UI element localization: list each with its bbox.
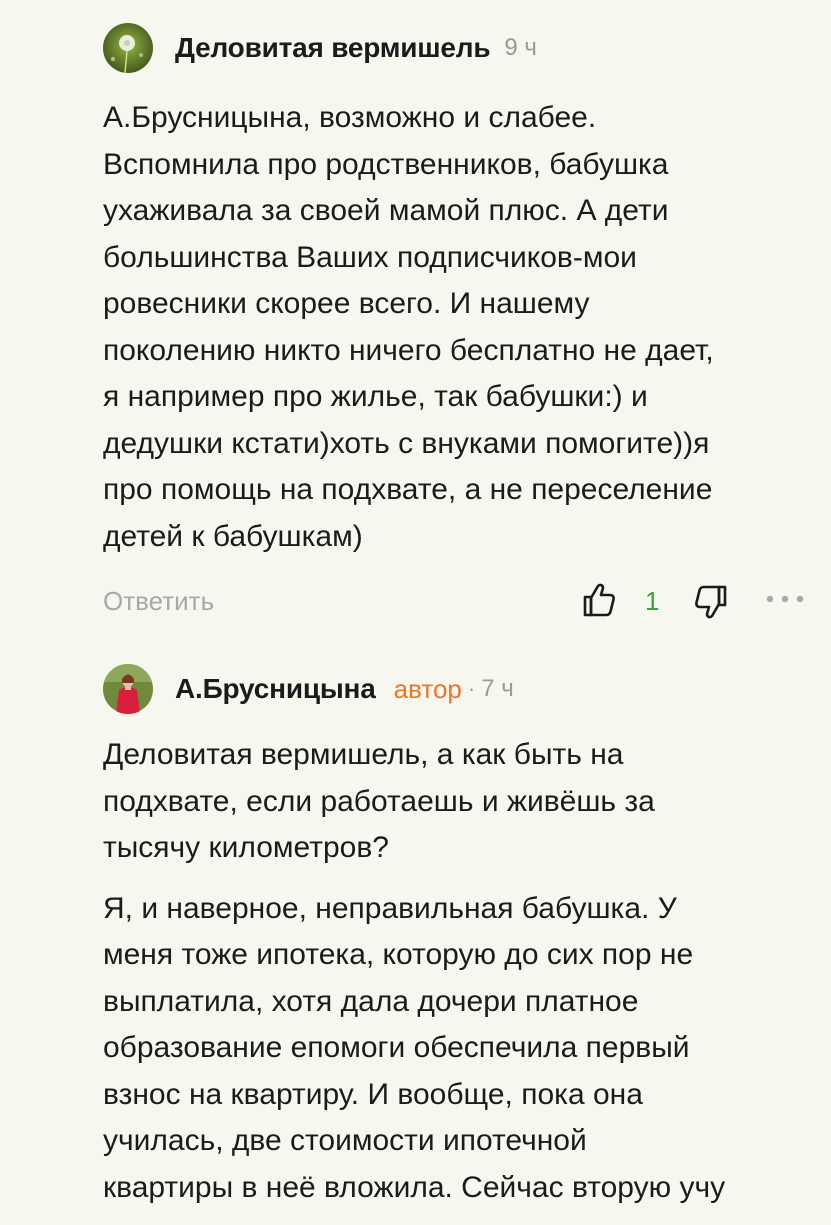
comment-author[interactable]: Деловитая вермишель bbox=[175, 32, 491, 64]
text-line: дедушки кстати)хоть с внуками помогите))… bbox=[103, 426, 710, 460]
thumbs-down-icon[interactable] bbox=[689, 582, 729, 622]
text-line: квартиры в неё вложила. Сейчас вторую уч… bbox=[103, 1170, 726, 1204]
like-count: 1 bbox=[645, 586, 660, 616]
text-line: подхвате, если работаешь и живёшь за bbox=[103, 784, 655, 818]
text-line: А.Брусницына, возможно и слабее. bbox=[103, 101, 597, 134]
text-line: Я, и наверное, неправильная бабушка. У bbox=[103, 891, 677, 925]
text-line: про помощь на подхвате, а не переселение bbox=[103, 473, 713, 506]
comment-time: 7 ч bbox=[481, 675, 514, 702]
comment-text: Деловитая вермишель, а как быть на подхв… bbox=[103, 732, 823, 1225]
text-line: училась, две стоимости ипотечной bbox=[103, 1124, 587, 1157]
text-line: ровесники скорее всего. И нашему bbox=[103, 287, 590, 320]
text-line: Вспомнила про родственников, бабушка bbox=[103, 147, 669, 181]
comment-header: Деловитая вермишель 9 ч bbox=[103, 20, 537, 76]
text-line: большинства Ваших подписчиков-мои bbox=[103, 240, 637, 274]
text-line: взнос на квартиру. И вообще, пока она bbox=[103, 1077, 643, 1111]
reply-button[interactable]: Ответить bbox=[103, 586, 214, 617]
comment-time: 9 ч bbox=[504, 34, 537, 61]
avatar[interactable] bbox=[103, 23, 153, 73]
comment-actions: Ответить 1 bbox=[103, 578, 831, 626]
comment-paragraph: Я, и наверное, неправильная бабушка. У м… bbox=[103, 886, 823, 1212]
author-badge: автор bbox=[393, 673, 462, 704]
woman-photo-avatar-icon bbox=[103, 664, 153, 714]
comment-paragraph: Деловитая вермишель, а как быть на подхв… bbox=[103, 732, 823, 872]
comment-paragraph: А.Брусницына, возможно и слабее. Вспомни… bbox=[103, 95, 823, 560]
comment-author[interactable]: А.Брусницына bbox=[175, 673, 376, 705]
comment-text: А.Брусницына, возможно и слабее. Вспомни… bbox=[103, 95, 823, 574]
avatar[interactable] bbox=[103, 664, 153, 714]
meta-separator: · bbox=[467, 676, 476, 701]
text-line: образование епомоги обеспечила первый bbox=[103, 1031, 690, 1064]
text-line: поколению никто ничего бесплатно не дает… bbox=[103, 333, 714, 367]
more-dots-icon[interactable] bbox=[763, 592, 807, 606]
dandelion-avatar-icon bbox=[103, 23, 153, 73]
text-line: детей к бабушкам) bbox=[103, 519, 363, 553]
thumbs-up-icon[interactable] bbox=[579, 580, 619, 620]
text-line: выплатила, хотя дала дочери платное bbox=[103, 984, 639, 1018]
comment-header: А.Брусницына автор · 7 ч bbox=[103, 661, 514, 717]
text-line: ухаживала за своей мамой плюс. А дети bbox=[103, 194, 669, 227]
text-line: я например про жилье, так бабушки:) и bbox=[103, 380, 648, 413]
text-line: Деловитая вермишель, а как быть на bbox=[103, 738, 624, 771]
text-line: тысячу километров? bbox=[103, 831, 389, 864]
text-line: меня тоже ипотека, которую до сих пор не bbox=[103, 938, 694, 971]
